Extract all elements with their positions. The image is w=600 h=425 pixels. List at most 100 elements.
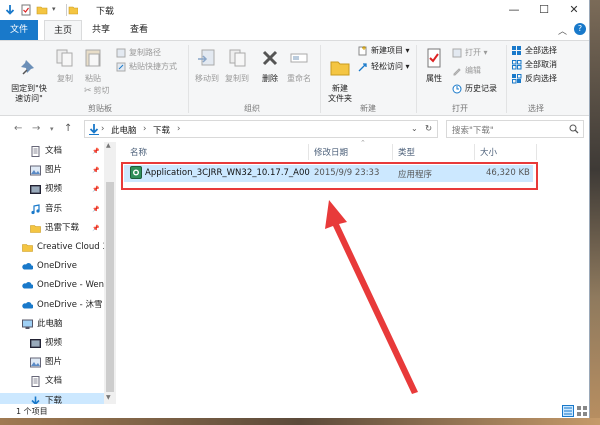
- scroll-up-icon[interactable]: ▲: [106, 142, 111, 149]
- nav-item-label: Creative Cloud 3: [37, 242, 104, 252]
- invert-selection-button[interactable]: 反向选择: [512, 73, 557, 85]
- nav-item[interactable]: 文档: [0, 373, 104, 390]
- copy-to-button[interactable]: 复制到: [222, 47, 252, 84]
- nav-item[interactable]: 文档 📌: [0, 143, 104, 160]
- nav-item[interactable]: 视频: [0, 335, 104, 352]
- paste-button[interactable]: 粘贴: [80, 47, 106, 84]
- new-item-button[interactable]: 新建项目 ▾: [358, 45, 410, 57]
- column-separator[interactable]: [474, 144, 475, 160]
- nav-item-label: 文档: [45, 146, 63, 156]
- properties-button[interactable]: 属性: [420, 47, 448, 84]
- sort-indicator-icon: ⌃: [360, 139, 366, 147]
- select-group-label: 选择: [528, 104, 544, 113]
- quick-access-folder-icon[interactable]: [36, 4, 48, 16]
- nav-item[interactable]: OneDrive - 沐雪: [0, 297, 104, 314]
- column-header-date[interactable]: 修改日期: [314, 146, 348, 158]
- column-separator[interactable]: [392, 144, 393, 160]
- title-bar: ▾ 下载 — ☐ ✕: [0, 0, 589, 20]
- folder-icon: [30, 224, 41, 233]
- scroll-down-icon[interactable]: ▼: [106, 394, 111, 401]
- nav-item-label: OneDrive - Wen: [37, 280, 104, 291]
- video-icon: [30, 339, 41, 348]
- select-none-button[interactable]: 全部取消: [512, 59, 557, 71]
- refresh-icon[interactable]: ↻: [425, 124, 432, 134]
- paste-shortcut-button[interactable]: 粘贴快捷方式: [116, 61, 177, 73]
- tab-file[interactable]: 文件: [0, 20, 38, 40]
- organize-group-label: 组织: [244, 104, 260, 113]
- address-bar[interactable]: › 此电脑 › 下载 › ⌄ ↻: [84, 120, 438, 138]
- quick-access-dropdown-icon[interactable]: ▾: [52, 5, 56, 13]
- nav-scrollbar[interactable]: ▲ ▼: [104, 142, 116, 404]
- large-icons-view-icon[interactable]: [576, 405, 588, 417]
- music-icon: [31, 203, 40, 214]
- help-icon[interactable]: ?: [574, 23, 586, 35]
- move-to-button[interactable]: 移动到: [192, 47, 222, 84]
- nav-item[interactable]: 下载: [0, 392, 104, 404]
- forward-arrow-icon[interactable]: →: [32, 123, 40, 134]
- minimize-button[interactable]: —: [499, 0, 529, 20]
- copy-label: 复制: [57, 74, 73, 83]
- nav-item[interactable]: 迅雷下载 📌: [0, 220, 104, 237]
- delete-button[interactable]: 删除: [258, 47, 282, 84]
- quick-access-properties-icon[interactable]: [20, 4, 32, 16]
- move-to-label: 移动到: [195, 74, 219, 83]
- nav-item[interactable]: OneDrive: [0, 258, 104, 275]
- column-separator[interactable]: [536, 144, 537, 160]
- select-all-button[interactable]: 全部选择: [512, 45, 557, 57]
- collapse-ribbon-icon[interactable]: ︿: [558, 24, 567, 37]
- search-icon[interactable]: [569, 124, 579, 134]
- tab-view[interactable]: 查看: [122, 20, 156, 40]
- breadcrumb-this-pc[interactable]: 此电脑: [111, 124, 137, 136]
- new-folder-button[interactable]: 新建 文件夹: [324, 47, 356, 104]
- nav-item[interactable]: 图片: [0, 354, 104, 371]
- nav-item[interactable]: 图片 📌: [0, 162, 104, 179]
- address-dropdown-icon[interactable]: ⌄: [411, 124, 418, 133]
- back-arrow-icon[interactable]: ←: [14, 123, 22, 134]
- column-header-type[interactable]: 类型: [398, 146, 415, 158]
- edit-button[interactable]: 编辑: [452, 65, 481, 77]
- group-separator: [416, 45, 417, 113]
- column-separator[interactable]: [308, 144, 309, 160]
- document-icon: [31, 146, 40, 157]
- pin-quick-access-button[interactable]: 固定到"快 速访问": [8, 47, 50, 104]
- close-button[interactable]: ✕: [559, 0, 589, 20]
- pinned-icon: 📌: [92, 224, 100, 232]
- download-folder-icon: [89, 124, 99, 135]
- clipboard-group-label: 剪贴板: [88, 104, 112, 113]
- copy-to-label: 复制到: [225, 74, 249, 83]
- new-folder-icon: [330, 61, 350, 76]
- nav-item[interactable]: 此电脑: [0, 316, 104, 333]
- nav-scrollbar-thumb[interactable]: [106, 182, 114, 392]
- highlight-box: [121, 162, 538, 190]
- nav-item[interactable]: 视频 📌: [0, 181, 104, 198]
- nav-item[interactable]: 音乐 📌: [0, 201, 104, 218]
- nav-item[interactable]: OneDrive - Wen: [0, 277, 104, 294]
- column-header-name[interactable]: 名称: [130, 146, 147, 158]
- up-arrow-icon[interactable]: ↑: [64, 123, 72, 134]
- pin-label: 固定到"快 速访问": [11, 84, 47, 103]
- explorer-window: ▾ 下载 — ☐ ✕ 文件 主页 共享 查看 ︿ ? 固定到"快 速访问" 复制…: [0, 0, 590, 418]
- cut-button[interactable]: ✂ 剪切: [84, 85, 110, 97]
- recent-dropdown-icon[interactable]: ▾: [50, 125, 54, 133]
- nav-item-label: 图片: [45, 165, 63, 176]
- rename-button[interactable]: 重命名: [284, 47, 314, 84]
- open-label: 打开 ▾: [465, 48, 488, 57]
- tab-home[interactable]: 主页: [44, 20, 82, 40]
- search-box[interactable]: 搜索"下载": [446, 120, 584, 138]
- details-view-icon[interactable]: [562, 405, 574, 417]
- maximize-button[interactable]: ☐: [529, 0, 559, 20]
- breadcrumb-downloads[interactable]: 下载: [153, 124, 170, 136]
- copy-path-button[interactable]: 复制路径: [116, 47, 161, 59]
- open-button[interactable]: 打开 ▾: [452, 47, 488, 59]
- history-button[interactable]: 历史记录: [452, 83, 497, 95]
- window-title: 下载: [96, 7, 115, 17]
- quick-access-down-arrow-icon[interactable]: [4, 4, 16, 16]
- properties-label: 属性: [426, 74, 442, 83]
- tab-share[interactable]: 共享: [84, 20, 118, 40]
- copy-button[interactable]: 复制: [52, 47, 78, 84]
- nav-item[interactable]: Creative Cloud 3: [0, 239, 104, 256]
- new-item-icon: [358, 45, 367, 55]
- easy-access-button[interactable]: 轻松访问 ▾: [358, 61, 410, 73]
- column-header-size[interactable]: 大小: [480, 146, 497, 158]
- copy-path-icon: [116, 48, 126, 57]
